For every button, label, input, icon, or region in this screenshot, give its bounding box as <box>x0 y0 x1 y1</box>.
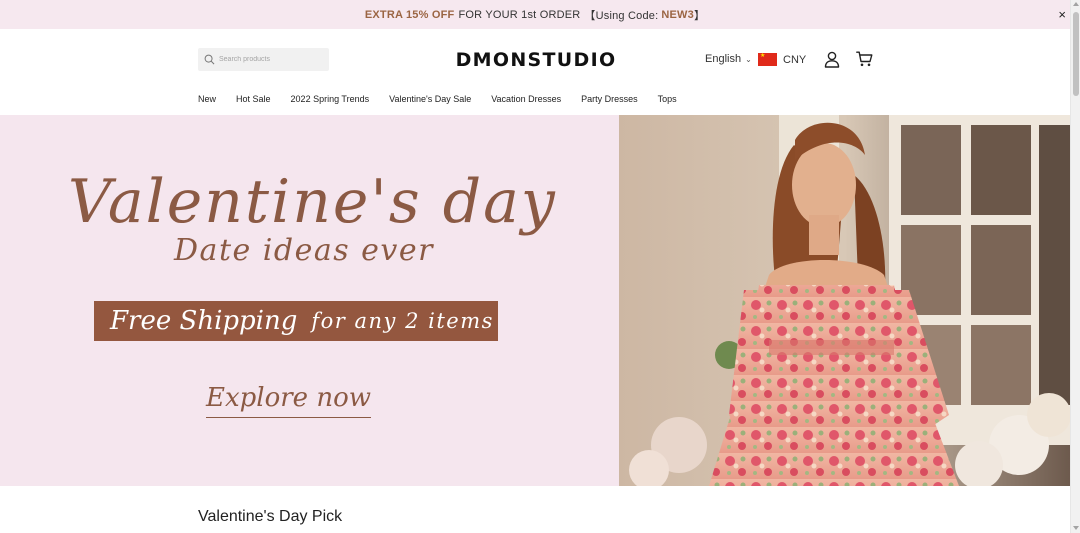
language-selector[interactable]: English ⌄ <box>705 53 752 65</box>
chevron-down-icon: ⌄ <box>745 54 752 64</box>
site-logo[interactable]: DMONSTUDIO <box>452 49 620 71</box>
nav-item-new[interactable]: New <box>198 94 216 104</box>
currency-label: CNY <box>783 53 807 66</box>
search-icon <box>204 54 215 65</box>
nav-item-spring-trends[interactable]: 2022 Spring Trends <box>291 94 370 104</box>
shipping-rest-text: for any 2 items <box>311 309 494 333</box>
nav-item-tops[interactable]: Tops <box>658 94 677 104</box>
nav-item-hot-sale[interactable]: Hot Sale <box>236 94 271 104</box>
hero-banner[interactable]: Valentine's day Date ideas ever Free Shi… <box>0 115 1070 486</box>
search-box[interactable] <box>198 48 329 71</box>
announcement-bar: EXTRA 15% OFF FOR YOUR 1st ORDER 【Using … <box>0 0 1070 29</box>
cart-icon[interactable] <box>856 51 873 67</box>
announcement-text: FOR YOUR 1st ORDER <box>458 8 581 21</box>
language-label: English <box>705 53 742 65</box>
hero-title: Valentine's day <box>68 167 557 237</box>
hero-model-photo <box>619 115 1070 486</box>
announcement-code-suffix: 】 <box>693 9 706 22</box>
site-header: DMONSTUDIO English ⌄ CNY New Hot Sale 20… <box>0 29 1070 115</box>
scroll-up-icon[interactable] <box>1073 2 1079 6</box>
search-input[interactable] <box>219 56 319 63</box>
announcement-highlight: EXTRA 15% OFF <box>364 8 455 21</box>
china-flag-icon <box>758 53 777 66</box>
scroll-thumb[interactable] <box>1073 12 1079 96</box>
scroll-down-icon[interactable] <box>1073 526 1079 530</box>
shipping-main-text: Free Shipping <box>110 306 298 336</box>
currency-selector[interactable]: CNY <box>758 53 806 66</box>
nav-item-valentines-sale[interactable]: Valentine's Day Sale <box>389 94 471 104</box>
hero-subtitle: Date ideas ever <box>174 233 434 268</box>
main-nav: New Hot Sale 2022 Spring Trends Valentin… <box>198 94 697 104</box>
explore-now-link[interactable]: Explore now <box>206 383 371 418</box>
close-icon[interactable]: × <box>1058 8 1066 21</box>
section-title: Valentine's Day Pick <box>198 508 343 525</box>
announcement-code: NEW3 <box>661 8 694 21</box>
user-icon[interactable] <box>824 51 840 68</box>
page-scrollbar[interactable] <box>1070 0 1080 533</box>
free-shipping-banner: Free Shipping for any 2 items <box>94 301 498 341</box>
nav-item-party-dresses[interactable]: Party Dresses <box>581 94 638 104</box>
announcement-code-prefix: 【Using Code: <box>584 9 659 22</box>
nav-item-vacation-dresses[interactable]: Vacation Dresses <box>491 94 561 104</box>
